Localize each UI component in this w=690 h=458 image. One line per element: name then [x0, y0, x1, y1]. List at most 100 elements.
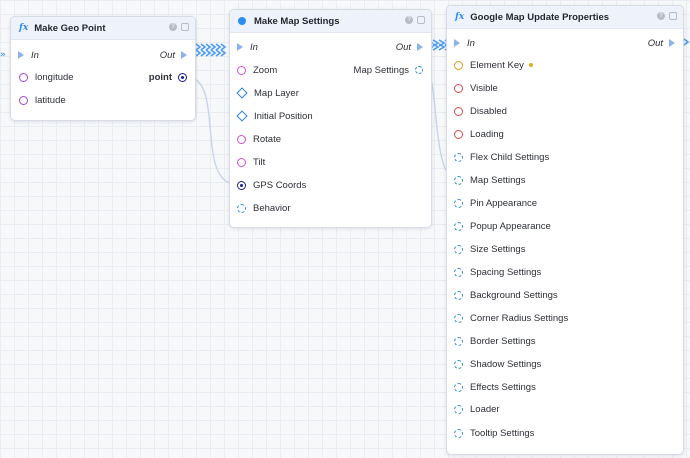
- input-label: Pin Appearance: [470, 197, 538, 209]
- blue-dashed-ring-port-icon[interactable]: [415, 66, 423, 74]
- input-row-latitude: latitude: [11, 91, 195, 109]
- red-circle-port-icon[interactable]: [454, 129, 463, 139]
- red-circle-port-icon[interactable]: [454, 83, 463, 93]
- input-label: Shadow Settings: [470, 358, 542, 370]
- node-make-geo-point[interactable]: fx Make Geo Point ? In Out longitude poi…: [10, 16, 196, 121]
- blue-dashed-ring-port-icon[interactable]: [454, 267, 463, 277]
- exec-out-port-icon[interactable]: [181, 51, 187, 59]
- function-icon: fx: [455, 12, 465, 22]
- magenta-circle-port-icon[interactable]: [237, 134, 246, 144]
- input-row-loader: Loader: [447, 400, 683, 418]
- exec-in-port-icon[interactable]: [454, 39, 460, 47]
- exec-in-port-icon[interactable]: [18, 51, 24, 59]
- navy-filled-circle-port-icon[interactable]: [178, 72, 187, 82]
- input-row-longitude: longitude point: [11, 68, 195, 86]
- node-title: Google Map Update Properties: [470, 11, 610, 23]
- blue-dashed-ring-port-icon[interactable]: [454, 313, 463, 323]
- exec-wire-geo-to-map-settings: [195, 43, 227, 57]
- comment-icon[interactable]: [669, 12, 677, 20]
- input-label: Behavior: [253, 202, 291, 214]
- input-row-effects-settings: Effects Settings: [447, 378, 683, 396]
- input-label: Rotate: [253, 133, 281, 145]
- blue-diamond-port-icon[interactable]: [236, 110, 248, 122]
- blue-dashed-ring-port-icon[interactable]: [454, 290, 463, 300]
- blue-dashed-ring-port-icon[interactable]: [454, 359, 463, 369]
- input-row-size-settings: Size Settings: [447, 240, 683, 258]
- blue-dashed-ring-port-icon[interactable]: [454, 152, 463, 162]
- output-label: Map Settings: [353, 64, 409, 76]
- input-row-gps-coords: GPS Coords: [230, 176, 431, 194]
- input-label: Corner Radius Settings: [470, 312, 569, 324]
- exec-in-port-icon[interactable]: [237, 43, 243, 51]
- input-row-zoom: Zoom Map Settings: [230, 61, 431, 79]
- comment-icon[interactable]: [417, 16, 425, 24]
- input-label: Background Settings: [470, 289, 558, 301]
- exec-row: In Out: [447, 34, 683, 52]
- input-row-element-key: Element Key: [447, 56, 683, 74]
- help-icon[interactable]: ?: [657, 12, 665, 20]
- blue-dashed-ring-port-icon[interactable]: [454, 336, 463, 346]
- exec-out-port-icon[interactable]: [417, 43, 423, 51]
- orange-circle-port-icon[interactable]: [454, 60, 463, 70]
- node-google-map-update-properties[interactable]: fx Google Map Update Properties ? In Out…: [446, 5, 684, 455]
- red-circle-port-icon[interactable]: [454, 106, 463, 116]
- node-header[interactable]: fx Make Geo Point ?: [11, 17, 195, 40]
- input-label: longitude: [35, 71, 74, 83]
- blue-dashed-ring-port-icon[interactable]: [454, 404, 463, 414]
- input-label: Disabled: [470, 105, 507, 117]
- help-icon[interactable]: ?: [169, 23, 177, 31]
- comment-icon[interactable]: [181, 23, 189, 31]
- input-row-disabled: Disabled: [447, 102, 683, 120]
- blue-dashed-ring-port-icon[interactable]: [237, 203, 246, 213]
- input-label: Element Key: [470, 59, 524, 71]
- blue-dashed-ring-port-icon[interactable]: [454, 198, 463, 208]
- input-row-pin-appearance: Pin Appearance: [447, 194, 683, 212]
- required-dot-icon: [528, 63, 533, 67]
- input-row-map-settings: Map Settings: [447, 171, 683, 189]
- input-label: GPS Coords: [253, 179, 307, 191]
- blue-dashed-ring-port-icon[interactable]: [454, 175, 463, 185]
- input-label: Map Settings: [470, 174, 526, 186]
- blue-dashed-ring-port-icon[interactable]: [454, 428, 463, 438]
- input-label: Zoom: [253, 64, 278, 76]
- input-row-loading: Loading: [447, 125, 683, 143]
- blue-diamond-port-icon[interactable]: [236, 87, 248, 99]
- node-make-map-settings[interactable]: Make Map Settings ? In Out Zoom Map Sett…: [229, 9, 432, 228]
- exec-in-label: In: [467, 37, 475, 49]
- purple-circle-port-icon[interactable]: [19, 95, 28, 105]
- input-row-border-settings: Border Settings: [447, 332, 683, 350]
- input-label: Size Settings: [470, 243, 526, 255]
- input-label: Tilt: [253, 156, 266, 168]
- input-row-initial-position: Initial Position: [230, 107, 431, 125]
- exec-in-label: In: [31, 49, 39, 61]
- input-label: Tooltip Settings: [470, 427, 535, 439]
- input-label: Loader: [470, 403, 500, 415]
- exec-out-label: Out: [647, 37, 663, 49]
- input-label: Map Layer: [254, 87, 299, 99]
- input-row-shadow-settings: Shadow Settings: [447, 355, 683, 373]
- input-label: Spacing Settings: [470, 266, 542, 278]
- magenta-circle-port-icon[interactable]: [237, 65, 246, 75]
- input-label: Loading: [470, 128, 504, 140]
- blue-dashed-ring-port-icon[interactable]: [454, 244, 463, 254]
- input-row-tooltip-settings: Tooltip Settings: [447, 424, 683, 442]
- input-label: Flex Child Settings: [470, 151, 550, 163]
- input-row-spacing-settings: Spacing Settings: [447, 263, 683, 281]
- node-header[interactable]: fx Google Map Update Properties ?: [447, 6, 683, 29]
- input-label: latitude: [35, 94, 66, 106]
- function-icon: fx: [19, 23, 29, 33]
- node-title: Make Map Settings: [254, 15, 340, 27]
- exec-out-label: Out: [159, 49, 175, 61]
- node-header[interactable]: Make Map Settings ?: [230, 10, 431, 33]
- blue-dashed-ring-port-icon[interactable]: [454, 382, 463, 392]
- help-icon[interactable]: ?: [405, 16, 413, 24]
- input-row-visible: Visible: [447, 79, 683, 97]
- input-row-map-layer: Map Layer: [230, 84, 431, 102]
- purple-circle-port-icon[interactable]: [19, 72, 28, 82]
- exec-wire-left-edge: »: [0, 50, 6, 60]
- input-row-popup-appearance: Popup Appearance: [447, 217, 683, 235]
- exec-out-port-icon[interactable]: [669, 39, 675, 47]
- blue-dashed-ring-port-icon[interactable]: [454, 221, 463, 231]
- navy-filled-circle-port-icon[interactable]: [237, 180, 246, 190]
- magenta-circle-port-icon[interactable]: [237, 157, 246, 167]
